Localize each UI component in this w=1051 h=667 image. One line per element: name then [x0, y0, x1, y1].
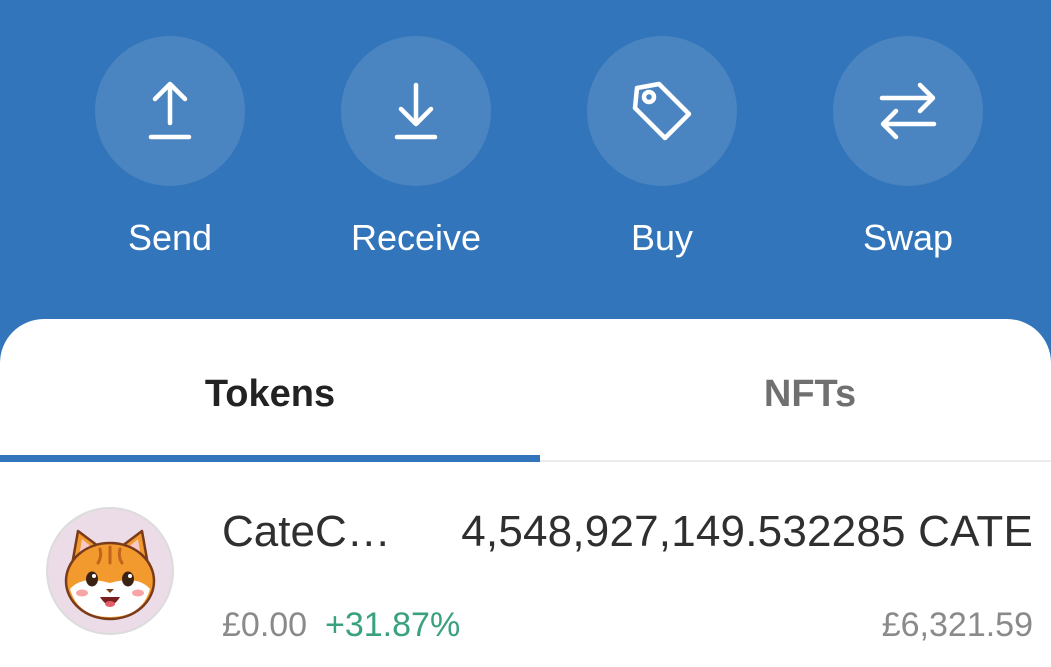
swap-action[interactable]: Swap	[808, 36, 1008, 260]
token-row-cate[interactable]: CateC… 4,548,927,149.532285 CATE £0.00 +…	[0, 489, 1051, 667]
active-tab-indicator	[0, 455, 540, 462]
buy-action[interactable]: Buy	[562, 36, 762, 260]
send-button[interactable]	[95, 36, 245, 186]
token-name: CateC…	[222, 507, 391, 556]
tab-nfts[interactable]: NFTs	[540, 359, 1051, 429]
swap-label: Swap	[862, 217, 954, 258]
wallet-header: Send Receive Buy Swap	[0, 0, 1051, 330]
receive-label: Receive	[350, 217, 482, 258]
buy-button[interactable]	[587, 36, 737, 186]
send-label: Send	[127, 217, 213, 258]
token-price-change: +31.87%	[325, 606, 461, 644]
swap-button[interactable]	[833, 36, 983, 186]
buy-label: Buy	[630, 217, 694, 258]
price-tag-icon	[632, 81, 692, 141]
download-arrow-icon	[394, 82, 438, 140]
send-action[interactable]: Send	[70, 36, 270, 260]
token-fiat-value: £6,321.59	[881, 606, 1033, 644]
receive-action[interactable]: Receive	[316, 36, 516, 260]
upload-arrow-icon	[148, 81, 192, 140]
assets-sheet: Tokens NFTs CateC… 4,548,927,149.532285 …	[0, 319, 1051, 667]
cat-face-logo-icon-graphic	[64, 529, 156, 621]
receive-button[interactable]	[341, 36, 491, 186]
tab-divider	[540, 460, 1051, 462]
token-balance: 4,548,927,149.532285 CATE	[461, 507, 1033, 556]
tab-tokens[interactable]: Tokens	[0, 359, 540, 429]
token-unit-price: £0.00	[222, 606, 308, 644]
cat-face-logo-icon	[48, 509, 172, 633]
swap-arrows-icon	[879, 82, 937, 140]
